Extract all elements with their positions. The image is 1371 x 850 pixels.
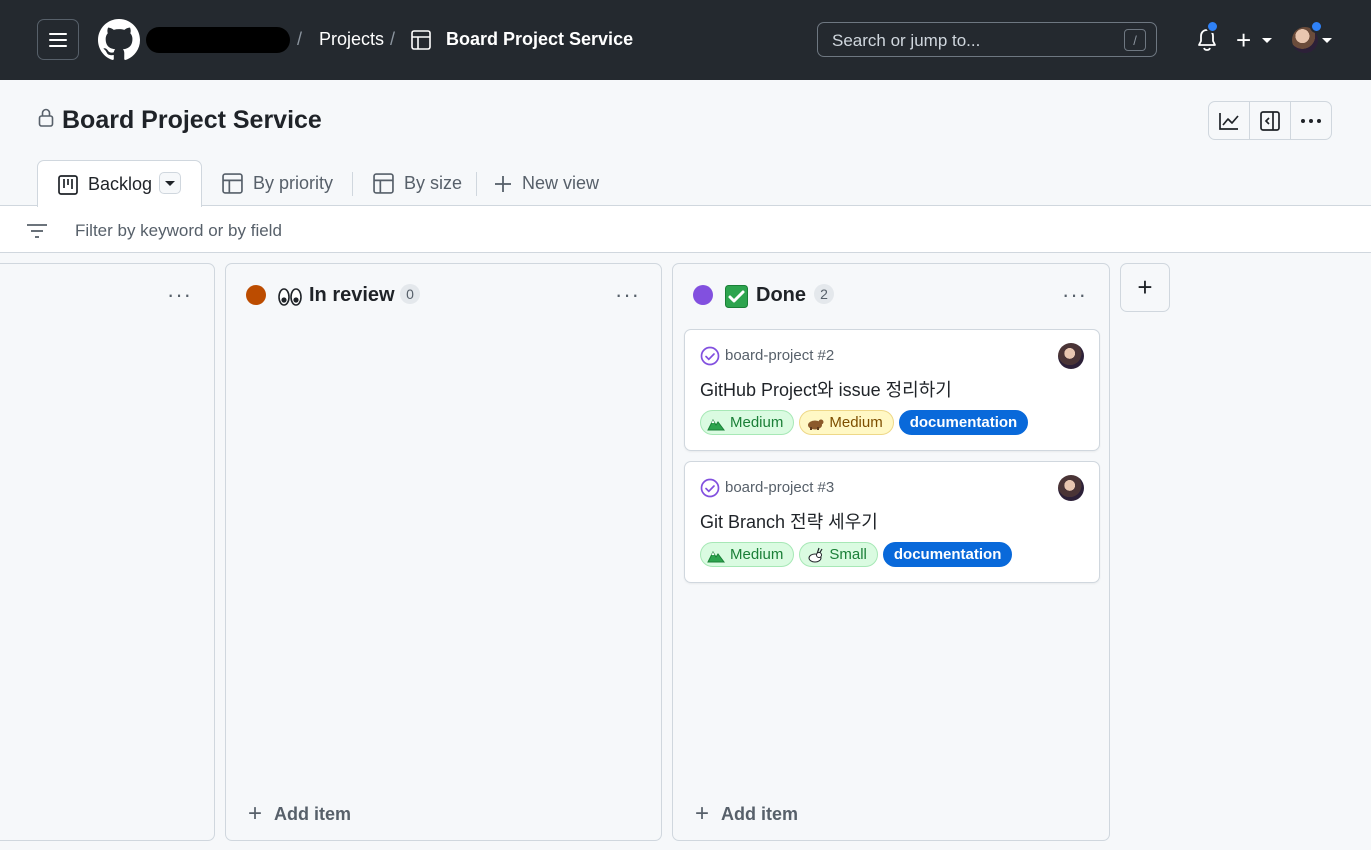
plus-icon: +: [248, 800, 263, 827]
github-logo-icon[interactable]: [98, 19, 140, 61]
eyes-emoji-icon: [278, 288, 302, 306]
tab-backlog-label: Backlog: [88, 174, 153, 194]
label-small-size[interactable]: Small: [799, 542, 878, 567]
tab-by-size[interactable]: By size: [373, 173, 462, 194]
project-actions: [1208, 101, 1332, 140]
add-item-label: Add item: [274, 803, 352, 824]
filter-bar: Filter by keyword or by field: [0, 205, 1371, 253]
plus-icon: +: [695, 800, 710, 827]
plus-icon: +: [1137, 272, 1153, 302]
new-view-label: New view: [522, 173, 600, 193]
issue-closed-icon: [700, 478, 720, 498]
column-title: Done: [756, 284, 806, 306]
assignee-avatar[interactable]: [1058, 343, 1084, 369]
plus-icon: [495, 175, 511, 192]
breadcrumb-project-link[interactable]: Board Project Service: [446, 29, 633, 50]
assignee-avatar[interactable]: [1058, 475, 1084, 501]
board-icon: [58, 175, 78, 195]
label-list: Medium Medium documentation: [700, 410, 1029, 435]
rabbit-emoji-icon: [808, 547, 823, 562]
search-shortcut-key: /: [1124, 29, 1146, 51]
column-item-count: 2: [814, 284, 834, 304]
column-status-dot: [246, 285, 266, 305]
filter-input[interactable]: Filter by keyword or by field: [75, 221, 282, 241]
hamburger-icon: [49, 32, 67, 47]
chevron-down-icon: [1262, 38, 1272, 43]
column-menu-button[interactable]: ···: [167, 282, 192, 308]
search-input[interactable]: Search or jump to... /: [817, 22, 1157, 57]
issue-card[interactable]: board-project #3 Git Branch 전략 세우기 Mediu…: [684, 461, 1100, 583]
issue-closed-icon: [700, 346, 720, 366]
label-medium-priority[interactable]: Medium: [700, 410, 795, 435]
board-column-in-review: In review 0 ··· + Add item: [225, 263, 662, 841]
issue-reference[interactable]: board-project #3: [725, 479, 834, 496]
issue-card[interactable]: board-project #2 GitHub Project와 issue 정…: [684, 329, 1100, 451]
more-options-button[interactable]: [1291, 102, 1331, 139]
label-text: Medium: [730, 546, 784, 563]
check-mark-emoji-icon: [725, 285, 748, 308]
label-documentation[interactable]: documentation: [898, 410, 1029, 435]
label-text: documentation: [909, 414, 1018, 431]
column-status-dot: [693, 285, 713, 305]
tab-by-size-label: By size: [404, 173, 463, 193]
label-text: Medium: [829, 414, 883, 431]
table-icon: [222, 173, 243, 194]
search-placeholder: Search or jump to...: [832, 31, 981, 50]
avatar-status-dot: [1310, 20, 1323, 33]
notification-dot: [1206, 20, 1219, 33]
top-bar: / Projects / Board Project Service Searc…: [0, 0, 1371, 80]
sidebar-expand-icon: [1260, 110, 1280, 131]
label-text: Small: [829, 546, 867, 563]
label-list: Medium Small documentation: [700, 542, 1013, 567]
tab-backlog-dropdown-button[interactable]: [159, 172, 181, 194]
redacted-username: [146, 27, 290, 53]
column-item-count: 0: [400, 284, 420, 304]
add-item-button[interactable]: + Add item: [695, 800, 798, 828]
bear-emoji-icon: [808, 419, 824, 430]
add-item-label: Add item: [721, 803, 799, 824]
side-panel-button[interactable]: [1250, 102, 1291, 139]
breadcrumb-projects-link[interactable]: Projects: [319, 29, 384, 50]
lock-icon: [38, 108, 54, 127]
tab-divider: [352, 172, 353, 196]
tab-divider: [476, 172, 477, 196]
mountain-emoji-icon: [707, 418, 725, 430]
column-menu-button[interactable]: ···: [615, 282, 640, 308]
tab-by-priority[interactable]: By priority: [222, 173, 333, 194]
issue-reference[interactable]: board-project #2: [725, 347, 834, 364]
project-title: Board Project Service: [62, 106, 322, 134]
insights-button[interactable]: [1209, 102, 1250, 139]
add-item-button[interactable]: + Add item: [248, 800, 351, 828]
label-documentation[interactable]: documentation: [882, 542, 1013, 567]
graph-icon: [1219, 112, 1239, 130]
table-icon: [411, 30, 431, 50]
board-column-done: Done 2 ··· board-project #2 GitHub Proje…: [672, 263, 1110, 841]
kebab-horizontal-icon: [1301, 118, 1321, 123]
hamburger-menu-button[interactable]: [37, 19, 79, 60]
filter-icon[interactable]: [26, 223, 48, 239]
add-column-button[interactable]: +: [1120, 263, 1170, 312]
new-view-button[interactable]: New view: [494, 173, 599, 194]
label-text: documentation: [893, 546, 1002, 563]
board-column: ···: [0, 263, 215, 841]
mountain-emoji-icon: [707, 550, 725, 562]
label-medium-size[interactable]: Medium: [799, 410, 894, 435]
column-title: In review: [309, 284, 395, 306]
issue-title[interactable]: Git Branch 전략 세우기: [700, 508, 878, 534]
chevron-down-icon: [165, 180, 175, 186]
chevron-down-icon: [1322, 38, 1332, 43]
issue-title[interactable]: GitHub Project와 issue 정리하기: [700, 376, 952, 402]
breadcrumb-separator: /: [297, 29, 303, 49]
create-new-button[interactable]: +: [1236, 27, 1251, 53]
label-medium-priority[interactable]: Medium: [700, 542, 795, 567]
tab-by-priority-label: By priority: [253, 173, 334, 193]
column-menu-button[interactable]: ···: [1062, 282, 1087, 308]
breadcrumb-separator: /: [390, 29, 396, 49]
label-text: Medium: [730, 414, 784, 431]
table-icon: [373, 173, 394, 194]
